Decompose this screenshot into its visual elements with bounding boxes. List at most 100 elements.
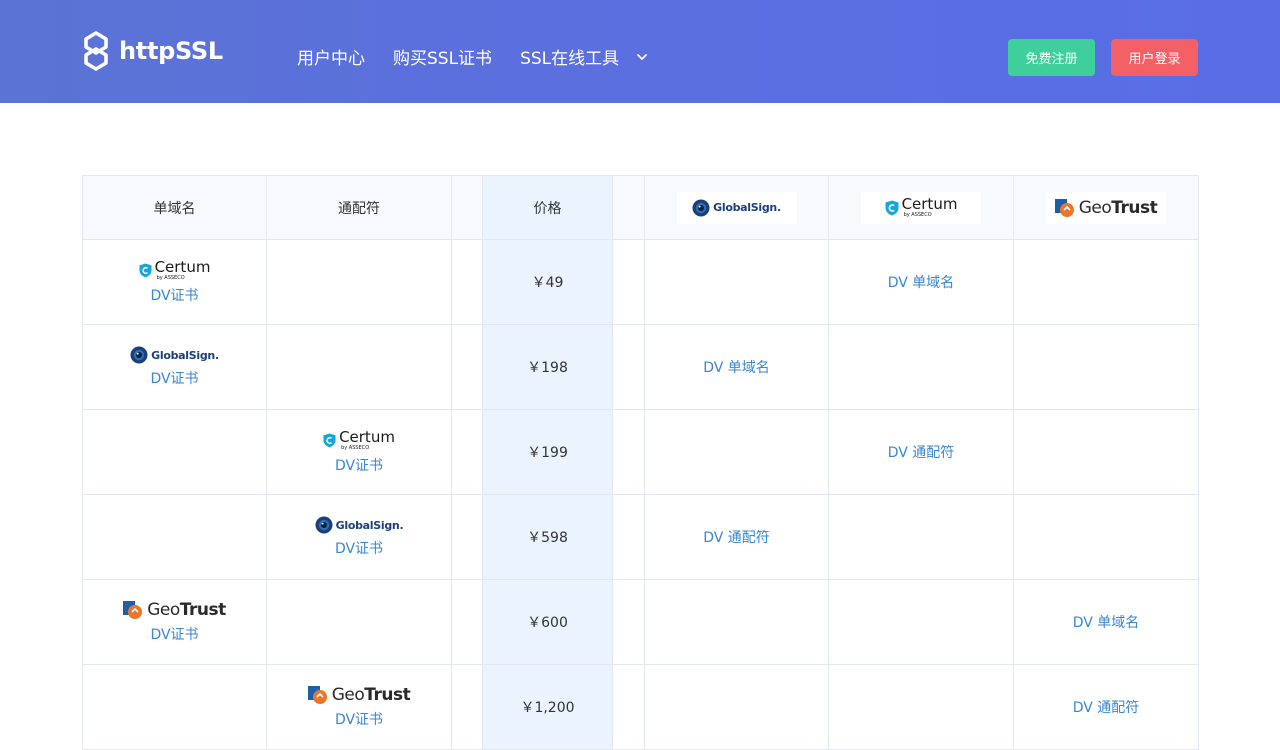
geotrust-logo: GeoTrust — [307, 685, 411, 705]
chevron-down-icon — [637, 53, 648, 60]
cell-single — [82, 494, 267, 580]
vendor-link[interactable]: DV 单域名 — [888, 275, 955, 291]
price-value: ￥600 — [527, 615, 568, 631]
product-link[interactable]: DV证书 — [335, 709, 383, 729]
cell-spacer — [451, 409, 483, 495]
cell-wildcard — [266, 239, 452, 325]
cell-price: ￥600 — [482, 579, 613, 665]
cell-spacer — [451, 324, 483, 410]
certum-logo: Certum by ASSECO — [861, 191, 981, 224]
cell-spacer — [612, 494, 645, 580]
header-spacer — [612, 175, 645, 240]
login-button[interactable]: 用户登录 — [1111, 39, 1198, 76]
certum-shield-icon — [885, 200, 899, 215]
cell-certum: DV 通配符 — [828, 409, 1014, 495]
cell-certum — [828, 324, 1014, 410]
globalsign-eye-icon — [315, 516, 333, 534]
globalsign-logo: GlobalSign. — [130, 346, 219, 364]
price-value: ￥49 — [531, 275, 564, 291]
price-value: ￥1,200 — [520, 700, 575, 716]
cell-spacer — [612, 664, 645, 750]
cell-price: ￥598 — [482, 494, 613, 580]
globalsign-eye-icon — [692, 199, 710, 216]
table-row: GeoTrust DV证书 ￥600 DV 单域名 — [82, 579, 1199, 665]
price-value: ￥598 — [527, 530, 568, 546]
header-geotrust: GeoTrust — [1013, 175, 1199, 240]
vendor-link[interactable]: DV 通配符 — [1073, 700, 1140, 716]
cell-wildcard: GlobalSign. DV证书 — [266, 494, 452, 580]
cell-globalsign — [644, 409, 829, 495]
cell-spacer — [451, 664, 483, 750]
cell-spacer — [451, 494, 483, 580]
cell-certum — [828, 664, 1014, 750]
cell-geotrust — [1013, 239, 1199, 325]
product-link[interactable]: DV证书 — [335, 538, 383, 558]
product-link[interactable]: DV证书 — [150, 624, 198, 644]
table-row: GlobalSign. DV证书 ￥598 DV 通配符 — [82, 494, 1199, 580]
cell-globalsign — [644, 239, 829, 325]
cell-wildcard — [266, 324, 452, 410]
cell-certum: DV 单域名 — [828, 239, 1014, 325]
logo-text: httpSSL — [119, 37, 223, 65]
nav-buy-ssl[interactable]: 购买SSL证书 — [393, 44, 492, 69]
table-row: Certum by ASSECO DV证书 ￥49 DV 单域名 — [82, 239, 1199, 325]
nav-user-center[interactable]: 用户中心 — [297, 44, 365, 69]
cell-globalsign — [644, 579, 829, 665]
product-link[interactable]: DV证书 — [150, 285, 198, 305]
geotrust-mark-icon — [1054, 198, 1074, 217]
cell-globalsign: DV 通配符 — [644, 494, 829, 580]
table-row: GlobalSign. DV证书 ￥198 DV 单域名 — [82, 324, 1199, 410]
header-spacer — [451, 175, 483, 240]
main-nav: 用户中心 购买SSL证书 SSL在线工具 — [297, 44, 677, 69]
cell-spacer — [451, 239, 483, 325]
table-header-row: 单域名 通配符 价格 GlobalSign. Certum by ASSECO … — [82, 175, 1199, 240]
site-logo[interactable]: httpSSL — [81, 30, 223, 72]
certum-shield-icon — [139, 263, 152, 277]
globalsign-logo: GlobalSign. — [315, 516, 404, 534]
globalsign-eye-icon — [130, 346, 148, 364]
certum-logo: Certum by ASSECO — [139, 259, 210, 281]
cell-spacer — [612, 324, 645, 410]
cell-wildcard: GeoTrust DV证书 — [266, 664, 452, 750]
cell-geotrust — [1013, 324, 1199, 410]
nav-ssl-tools[interactable]: SSL在线工具 — [520, 44, 649, 69]
header-globalsign: GlobalSign. — [644, 175, 829, 240]
globalsign-logo: GlobalSign. — [676, 191, 797, 224]
cell-single: GlobalSign. DV证书 — [82, 324, 267, 410]
product-link[interactable]: DV证书 — [335, 455, 383, 475]
header-single-domain: 单域名 — [82, 175, 267, 240]
product-link[interactable]: DV证书 — [150, 368, 198, 388]
vendor-link[interactable]: DV 通配符 — [888, 445, 955, 461]
cell-spacer — [612, 579, 645, 665]
vendor-link[interactable]: DV 单域名 — [703, 360, 770, 376]
vendor-link[interactable]: DV 单域名 — [1073, 615, 1140, 631]
cell-geotrust: DV 通配符 — [1013, 664, 1199, 750]
geotrust-mark-icon — [123, 601, 143, 619]
cell-spacer — [612, 239, 645, 325]
cell-price: ￥49 — [482, 239, 613, 325]
cell-spacer — [451, 579, 483, 665]
table-row: Certum by ASSECO DV证书 ￥199 DV 通配符 — [82, 409, 1199, 495]
cell-globalsign: DV 单域名 — [644, 324, 829, 410]
cell-certum — [828, 494, 1014, 580]
cell-geotrust: DV 单域名 — [1013, 579, 1199, 665]
cell-wildcard: Certum by ASSECO DV证书 — [266, 409, 452, 495]
certum-logo: Certum by ASSECO — [323, 429, 395, 451]
certum-shield-icon — [323, 433, 336, 447]
vendor-link[interactable]: DV 通配符 — [703, 530, 770, 546]
ssl-price-table: 单域名 通配符 价格 GlobalSign. Certum by ASSECO … — [82, 175, 1199, 750]
cell-spacer — [612, 409, 645, 495]
cell-price: ￥199 — [482, 409, 613, 495]
register-button[interactable]: 免费注册 — [1008, 39, 1095, 76]
cell-wildcard — [266, 579, 452, 665]
geotrust-logo: GeoTrust — [1046, 191, 1166, 224]
cell-geotrust — [1013, 494, 1199, 580]
header-wildcard: 通配符 — [266, 175, 452, 240]
header-certum: Certum by ASSECO — [828, 175, 1014, 240]
price-value: ￥199 — [527, 445, 568, 461]
top-header: httpSSL 用户中心 购买SSL证书 SSL在线工具 免费注册 用户登录 — [0, 0, 1280, 103]
table-row: GeoTrust DV证书 ￥1,200 DV 通配符 — [82, 664, 1199, 750]
header-price: 价格 — [482, 175, 613, 240]
cell-single — [82, 409, 267, 495]
chain-logo-icon — [84, 31, 108, 71]
